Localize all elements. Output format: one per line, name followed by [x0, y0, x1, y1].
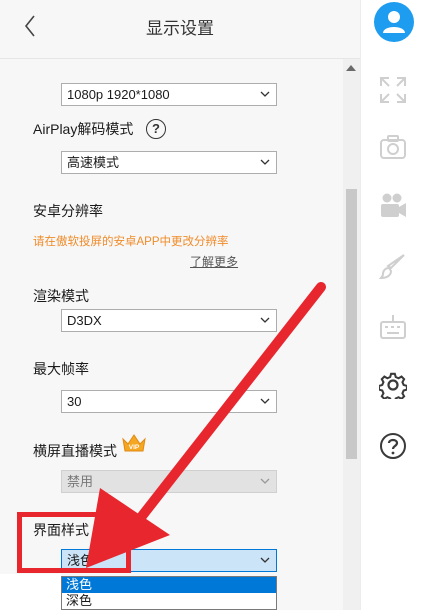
- bottom-strip: [0, 574, 61, 610]
- resolution-select[interactable]: 1080p 1920*1080: [61, 83, 277, 106]
- render-mode-value: D3DX: [67, 313, 102, 328]
- user-icon: [383, 11, 405, 33]
- page-title: 显示设置: [146, 19, 214, 38]
- render-mode-label: 渲染模式: [33, 288, 89, 304]
- chevron-down-icon: [260, 398, 270, 404]
- airplay-decode-label: AirPlay解码模式: [33, 121, 134, 137]
- render-mode-select[interactable]: D3DX: [61, 309, 277, 332]
- landscape-live-select: 禁用: [61, 470, 277, 493]
- chevron-down-icon: [260, 478, 270, 484]
- theme-option-dark[interactable]: 深色: [62, 593, 276, 609]
- chevron-down-icon: [260, 91, 270, 97]
- camera-icon[interactable]: [379, 133, 407, 161]
- scrollbar[interactable]: [343, 59, 360, 610]
- red-highlight-box: [17, 512, 131, 573]
- video-camera-icon[interactable]: [379, 192, 407, 220]
- brush-icon[interactable]: [379, 252, 407, 280]
- max-fps-value: 30: [67, 394, 82, 409]
- chevron-down-icon: [260, 159, 270, 165]
- vip-crown-icon: VIP: [122, 434, 146, 452]
- resolution-select-value: 1080p 1920*1080: [67, 87, 170, 102]
- gear-icon[interactable]: [379, 371, 407, 399]
- android-resolution-hint: 请在傲软投屏的安卓APP中更改分辨率: [33, 236, 229, 248]
- landscape-live-label: 横屏直播模式: [33, 443, 117, 459]
- user-avatar[interactable]: [374, 2, 414, 42]
- max-fps-select[interactable]: 30: [61, 390, 277, 413]
- max-fps-label: 最大帧率: [33, 361, 89, 377]
- landscape-live-value: 禁用: [67, 474, 94, 489]
- fullscreen-icon[interactable]: [379, 76, 407, 104]
- right-toolbar: [360, 0, 422, 610]
- learn-more-link[interactable]: 了解更多: [190, 253, 238, 270]
- help-icon[interactable]: [379, 432, 407, 460]
- header-bar: 显示设置: [0, 0, 360, 59]
- theme-option-light[interactable]: 浅色: [62, 577, 276, 593]
- vip-badge-text: VIP: [129, 444, 140, 451]
- airplay-decode-select[interactable]: 高速模式: [61, 151, 277, 174]
- scroll-up-arrow-icon[interactable]: [346, 65, 356, 71]
- chevron-down-icon: [260, 557, 270, 563]
- airplay-decode-value: 高速模式: [67, 155, 120, 170]
- android-resolution-label: 安卓分辨率: [33, 203, 103, 219]
- airplay-help-icon[interactable]: ?: [146, 119, 166, 139]
- chevron-down-icon: [260, 317, 270, 323]
- scroll-thumb[interactable]: [346, 189, 357, 459]
- theme-dropdown-list[interactable]: 浅色 深色: [61, 576, 277, 610]
- keyboard-icon[interactable]: [379, 313, 407, 341]
